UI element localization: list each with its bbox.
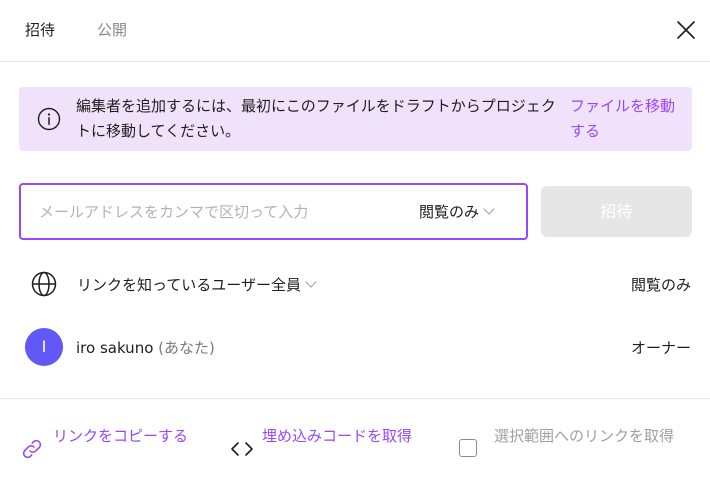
globe-icon <box>30 270 58 298</box>
tab-invite[interactable]: 招待 <box>25 20 55 40</box>
embed-code-button[interactable]: 埋め込みコードを取得 <box>262 424 432 449</box>
invite-button[interactable]: 招待 <box>541 186 692 237</box>
member-name: iro sakuno (あなた) <box>76 337 215 359</box>
link-access-label: リンクを知っているユーザー全員 <box>77 276 301 294</box>
header-divider <box>0 61 710 62</box>
member-name-text: iro sakuno <box>76 339 154 357</box>
move-file-banner: 編集者を追加するには、最初にこのファイルをドラフトからプロジェクトに移動してくだ… <box>19 87 692 151</box>
copy-link-button[interactable]: リンクをコピーする <box>53 424 198 449</box>
selection-link-label: 選択範囲へのリンクを取得 <box>494 427 675 445</box>
tab-publish[interactable]: 公開 <box>97 20 127 40</box>
email-field[interactable]: 閲覧のみ <box>19 183 528 240</box>
info-icon <box>37 107 61 131</box>
member-you-label: (あなた) <box>158 339 215 357</box>
member-role: オーナー <box>630 339 691 357</box>
chevron-down-icon <box>305 276 317 288</box>
invite-permission-label: 閲覧のみ <box>419 203 480 221</box>
footer-divider <box>0 398 710 399</box>
link-access-dropdown[interactable]: リンクを知っているユーザー全員 <box>77 274 317 296</box>
avatar: I <box>25 328 63 366</box>
invite-permission-dropdown[interactable]: 閲覧のみ <box>419 201 514 223</box>
chevron-down-icon <box>483 203 495 215</box>
banner-message: 編集者を追加するには、最初にこのファイルをドラフトからプロジェクトに移動してくだ… <box>76 97 556 140</box>
link-permission-dropdown[interactable]: 閲覧のみ <box>631 274 691 296</box>
email-input[interactable] <box>39 198 399 226</box>
move-file-link[interactable]: ファイルを移動する <box>570 94 682 144</box>
link-icon[interactable] <box>20 437 44 461</box>
close-icon[interactable] <box>674 18 698 42</box>
code-icon[interactable] <box>230 437 254 461</box>
selection-link-checkbox[interactable] <box>459 439 477 457</box>
